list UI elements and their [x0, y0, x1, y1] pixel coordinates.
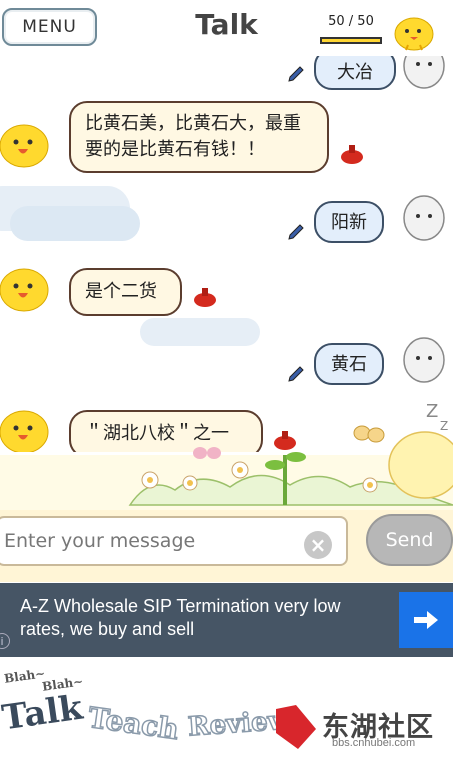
counter-progress-fill: [322, 39, 380, 42]
edit-pencil-icon[interactable]: [286, 222, 306, 242]
background-cloud: [140, 318, 260, 346]
tab-teach[interactable]: Teach: [85, 700, 181, 747]
svg-text:Z: Z: [440, 419, 448, 433]
ad-info-icon[interactable]: i: [0, 633, 10, 649]
tab-talk[interactable]: Talk: [0, 688, 85, 739]
chat-area[interactable]: 大冶 比黄石美，比黄石大，最重要的是比黄石有钱！！ 阳新 是个二货 黄石 ＂湖北…: [0, 56, 453, 452]
message-bubble-right[interactable]: 阳新: [314, 201, 384, 243]
background-cloud: [10, 206, 140, 241]
message-counter: 50 / 50: [328, 14, 374, 29]
egg-character-icon: [403, 195, 445, 241]
svg-text:Z: Z: [426, 401, 438, 422]
arrow-right-icon: [414, 611, 438, 629]
chick-avatar-icon: [0, 268, 49, 312]
blah-label: Blah~: [3, 666, 47, 686]
watermark-logo-icon: [276, 705, 316, 749]
counter-progress-bar: [320, 37, 382, 44]
speaker-icon[interactable]: [339, 143, 365, 165]
ad-banner[interactable]: A-Z Wholesale SIP Termination very low r…: [0, 583, 453, 657]
speaker-icon[interactable]: [192, 286, 218, 308]
message-input[interactable]: [0, 518, 298, 564]
send-button[interactable]: Send: [366, 514, 453, 566]
message-input-container[interactable]: ×: [0, 516, 348, 566]
edit-pencil-icon[interactable]: [286, 64, 306, 84]
butterfly-icon: [353, 425, 385, 443]
watermark-url: bbs.cnhubei.com: [332, 737, 416, 749]
message-bubble-right[interactable]: 黄石: [314, 343, 384, 385]
message-bubble-left[interactable]: 比黄石美，比黄石大，最重要的是比黄石有钱！！: [69, 101, 329, 173]
message-composer: × Send: [0, 510, 453, 582]
flower-meadow-decoration: Z Z: [0, 401, 453, 510]
bottom-navigation: Blah~ Blah~ Talk Teach Review 东湖社区 bbs.c…: [0, 657, 453, 759]
page-title: Talk: [195, 8, 258, 41]
top-bar: MENU Talk 50 / 50: [0, 0, 453, 56]
ad-open-button[interactable]: [399, 592, 453, 648]
ad-text[interactable]: A-Z Wholesale SIP Termination very low r…: [20, 595, 390, 641]
egg-character-icon: [403, 337, 445, 383]
edit-pencil-icon[interactable]: [286, 364, 306, 384]
message-bubble-left[interactable]: 是个二货: [69, 268, 182, 316]
message-bubble-right[interactable]: 大冶: [314, 56, 396, 90]
egg-character-icon: [403, 56, 445, 89]
clear-input-icon[interactable]: ×: [304, 531, 332, 559]
chick-avatar-icon[interactable]: [392, 12, 436, 52]
chick-avatar-icon: [0, 124, 49, 168]
